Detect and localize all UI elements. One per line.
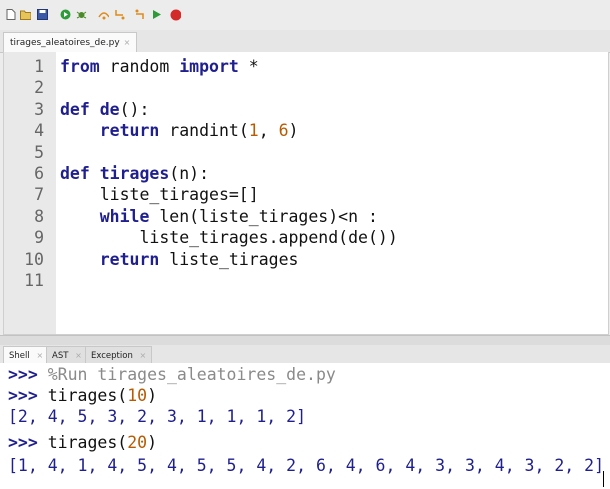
shell-prompt: >>> xyxy=(8,365,38,384)
code-line[interactable]: 7 liste_tirages=[] xyxy=(4,184,398,205)
code-token: (n): xyxy=(169,163,210,183)
code-token: liste_tirages xyxy=(159,249,299,269)
shell-console[interactable]: >>> %Run tirages_aleatoires_de.py >>> ti… xyxy=(0,363,610,489)
line-number: 6 xyxy=(34,163,44,183)
close-icon[interactable]: × xyxy=(140,351,147,360)
tab-shell[interactable]: Shell × xyxy=(3,346,50,364)
line-number: 10 xyxy=(24,249,44,269)
code-token: ) xyxy=(288,121,299,141)
editor-tabbar: tirages_aleatoires_de.py × xyxy=(0,30,610,53)
resume-icon[interactable] xyxy=(151,9,162,20)
code-line[interactable]: 11 xyxy=(4,270,398,291)
line-number: 7 xyxy=(34,185,44,205)
text-cursor xyxy=(603,471,604,487)
stop-icon[interactable] xyxy=(170,9,181,20)
toolbar xyxy=(0,0,610,30)
code-line[interactable]: 4 return randint(1, 6) xyxy=(4,120,398,141)
code-token: from xyxy=(60,57,100,76)
code-token: return xyxy=(99,121,160,141)
code-token: (): xyxy=(119,99,150,119)
tab-ast[interactable]: AST × xyxy=(46,346,88,364)
code-token: tirages xyxy=(99,163,170,183)
line-number: 4 xyxy=(34,121,44,141)
code-token: randint( xyxy=(159,121,249,141)
save-icon[interactable] xyxy=(37,9,48,20)
line-number: 3 xyxy=(34,99,44,119)
editor-tab-file[interactable]: tirages_aleatoires_de.py × xyxy=(3,32,138,53)
code-token: def xyxy=(60,163,90,183)
tab-ast-label: AST xyxy=(52,351,69,361)
step-into-icon[interactable] xyxy=(114,9,125,20)
shell-line-cmd1: >>> tirages(10) xyxy=(8,386,157,405)
run-command: %Run tirages_aleatoires_de.py xyxy=(47,365,336,384)
shell-prompt: >>> xyxy=(8,386,38,405)
code-token: random xyxy=(99,57,180,76)
code-token: 6 xyxy=(278,121,289,141)
cmd1-arg: 10 xyxy=(127,386,148,405)
code-area[interactable]: 1 from random import * 2 3 def de(): 4 return… xyxy=(4,56,398,291)
line-number: 9 xyxy=(34,228,44,248)
step-out-icon[interactable] xyxy=(134,9,145,20)
line-number: 2 xyxy=(34,78,44,98)
cmd2-close: ) xyxy=(147,433,158,452)
code-line[interactable]: 8 while len(liste_tirages)<n : xyxy=(4,206,398,227)
code-token: def xyxy=(60,99,90,119)
code-token: return xyxy=(99,249,160,269)
line-number: 8 xyxy=(34,206,44,226)
tab-exception-label: Exception xyxy=(91,351,133,361)
cmd2-text: tirages( xyxy=(47,433,128,452)
code-token: , xyxy=(258,121,279,141)
close-icon[interactable]: × xyxy=(124,38,131,47)
code-token: liste_tirages=[] xyxy=(60,185,259,205)
code-line[interactable]: 5 xyxy=(4,142,398,163)
code-line[interactable]: 1 from random import * xyxy=(4,56,398,77)
cmd2-arg: 20 xyxy=(127,433,148,452)
code-line[interactable]: 9 liste_tirages.append(de()) xyxy=(4,227,398,248)
code-line[interactable]: 10 return liste_tirages xyxy=(4,249,398,270)
shell-tabbar: Shell × AST × Exception × xyxy=(0,345,610,364)
line-number: 1 xyxy=(34,57,44,76)
shell-line-cmd2: >>> tirages(20) xyxy=(8,433,157,452)
shell-line-run: >>> %Run tirages_aleatoires_de.py xyxy=(8,365,336,384)
close-icon[interactable]: × xyxy=(75,351,82,360)
cmd1-text: tirages( xyxy=(47,386,128,405)
editor-tab-label: tirages_aleatoires_de.py xyxy=(10,38,120,48)
code-token: 1 xyxy=(248,121,259,141)
run-icon[interactable] xyxy=(60,9,71,20)
open-file-icon[interactable] xyxy=(20,9,31,20)
code-token: de xyxy=(99,99,120,119)
code-token: while xyxy=(99,206,150,226)
line-number: 5 xyxy=(34,142,44,162)
code-line[interactable]: 2 xyxy=(4,77,398,98)
code-token: import xyxy=(179,57,239,76)
tab-exception[interactable]: Exception × xyxy=(85,346,153,364)
tab-shell-label: Shell xyxy=(9,351,30,361)
code-line[interactable]: 3 def de(): xyxy=(4,99,398,120)
cmd1-close: ) xyxy=(147,386,158,405)
code-token: liste_tirages.append(de()) xyxy=(60,228,398,248)
line-number: 11 xyxy=(24,270,44,290)
shell-prompt: >>> xyxy=(8,433,38,452)
close-icon[interactable]: × xyxy=(36,351,43,360)
code-token: len(liste_tirages)<n : xyxy=(149,206,378,226)
new-file-icon[interactable] xyxy=(5,9,16,20)
shell-output-2: [1, 4, 1, 4, 5, 4, 5, 5, 4, 2, 6, 4, 6, … xyxy=(8,456,605,475)
code-editor[interactable]: 1 from random import * 2 3 def de(): 4 return… xyxy=(3,52,609,335)
step-over-icon[interactable] xyxy=(98,9,109,20)
code-token: * xyxy=(238,57,259,76)
code-line[interactable]: 6 def tirages(n): xyxy=(4,163,398,184)
shell-output-1: [2, 4, 5, 3, 2, 3, 1, 1, 1, 2] xyxy=(8,407,307,426)
debug-icon[interactable] xyxy=(76,9,87,20)
